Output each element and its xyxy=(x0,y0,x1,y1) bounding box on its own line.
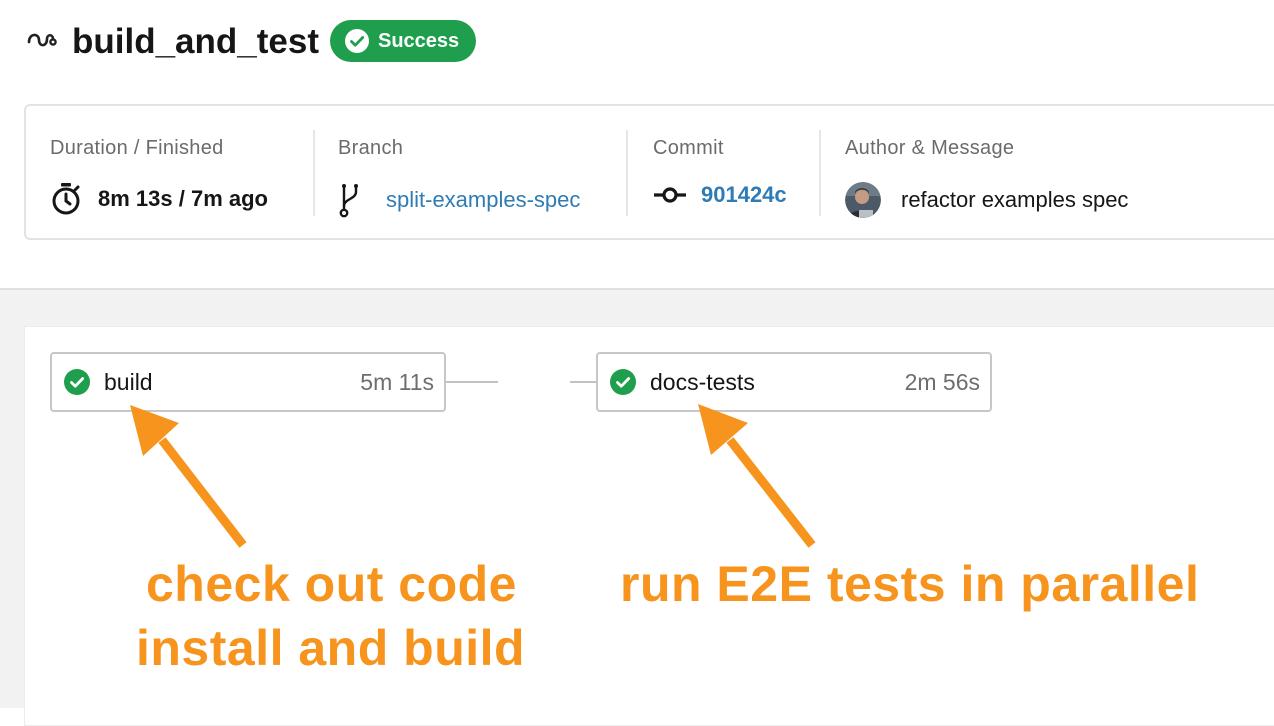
duration-text: 8m 13s / 7m ago xyxy=(98,186,268,211)
git-commit-icon xyxy=(654,187,686,203)
workflow-icon xyxy=(27,33,57,47)
commit-link[interactable]: 901424c xyxy=(701,182,787,208)
commit-message: refactor examples spec xyxy=(901,187,1129,212)
git-branch-icon xyxy=(339,184,358,218)
commit-value: 901424c xyxy=(653,182,787,208)
commit-label: Commit xyxy=(653,137,724,159)
annotation-text: check out code xyxy=(146,556,517,612)
job-name: docs-tests xyxy=(650,368,755,395)
column-divider xyxy=(819,130,821,216)
job-connector xyxy=(570,381,596,383)
job-name: build xyxy=(104,368,153,395)
duration-value: 8m 13s / 7m ago xyxy=(50,182,268,216)
branch-link[interactable]: split-examples-spec xyxy=(386,187,580,213)
column-divider xyxy=(313,130,315,216)
workflow-header: build_and_test Success xyxy=(0,0,1274,90)
annotation-text: install and build xyxy=(136,620,526,676)
duration-label: Duration / Finished xyxy=(50,137,224,159)
avatar[interactable] xyxy=(845,182,881,218)
author-label: Author & Message xyxy=(845,137,1015,159)
check-circle-icon xyxy=(345,29,369,53)
workflow-title: build_and_test xyxy=(72,22,319,61)
job-connector xyxy=(446,381,498,383)
author-value: refactor examples spec xyxy=(845,182,1128,218)
workflow-info-card: Duration / Finished 8m 13s / 7m ago Bran… xyxy=(24,104,1274,240)
check-circle-icon xyxy=(64,369,90,395)
branch-label: Branch xyxy=(338,137,404,159)
column-divider xyxy=(626,130,628,216)
job-duration: 5m 11s xyxy=(360,368,434,395)
job-docs-tests[interactable]: docs-tests 2m 56s xyxy=(596,352,992,412)
branch-value: split-examples-spec xyxy=(338,182,580,218)
job-duration: 2m 56s xyxy=(904,368,980,395)
annotation-text: run E2E tests in parallel xyxy=(620,556,1200,612)
status-label: Success xyxy=(378,29,460,52)
status-badge: Success xyxy=(330,20,476,62)
check-circle-icon xyxy=(610,369,636,395)
stopwatch-icon xyxy=(52,183,80,215)
job-build[interactable]: build 5m 11s xyxy=(50,352,446,412)
